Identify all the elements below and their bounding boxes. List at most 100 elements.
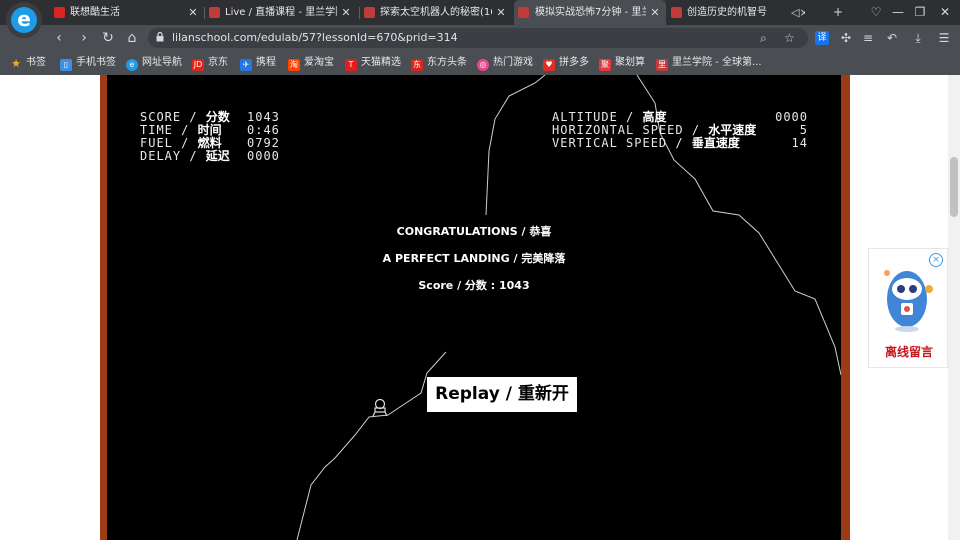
forward-icon[interactable]: ›	[73, 25, 95, 51]
jd-icon: JD	[192, 59, 204, 71]
tab-1[interactable]: Live / 直播课程 - 里兰学院 ✕	[207, 0, 357, 25]
delay-label-zh: 延迟	[205, 149, 230, 163]
tab-favicon-icon	[54, 7, 65, 18]
tab-title: 创造历史的机智号	[687, 7, 767, 18]
back-icon[interactable]: ‹	[48, 25, 70, 51]
fuel-label-zh: 燃料	[197, 136, 222, 150]
tab-separator	[204, 7, 205, 19]
undo-icon[interactable]: ↶	[882, 25, 902, 51]
tab-favicon-icon	[209, 7, 220, 18]
toutiao-icon: 东	[411, 59, 423, 71]
bookmark-item[interactable]: ✈ 携程	[240, 51, 276, 75]
reload-icon[interactable]: ↻	[97, 25, 119, 51]
bookmark-item[interactable]: ♥ 拼多多	[543, 51, 589, 75]
score-label-zh: 分数	[205, 110, 230, 124]
horizontal-speed-label-zh: 水平速度	[708, 123, 757, 137]
game-icon: ◎	[477, 59, 489, 71]
url-field[interactable]: lilanschool.com/edulab/57?lessonId=670&p…	[148, 28, 808, 48]
page-scrollbar[interactable]	[948, 75, 960, 540]
close-tab-icon[interactable]: ✕	[187, 0, 199, 25]
bookmark-item[interactable]: 聚聚划算	[599, 51, 645, 75]
tab-title: Live / 直播课程 - 里兰学院	[225, 7, 337, 18]
close-tab-icon[interactable]: ✕	[340, 0, 352, 25]
bookmark-item[interactable]: 淘爱淘宝	[288, 51, 334, 75]
shirt-icon[interactable]: ♡	[866, 0, 886, 25]
tab-4[interactable]: 创造历史的机智号 ◁×	[669, 0, 805, 25]
mountain-outline	[485, 75, 546, 216]
bookmark-item[interactable]: ★ 书签	[10, 51, 46, 75]
vertical-speed-label: VERTICAL SPEED / 垂直速度	[552, 137, 740, 150]
mute-tab-icon[interactable]: ◁×	[791, 0, 805, 25]
star-icon[interactable]: ☆	[784, 28, 795, 48]
vertical-speed-value: 14	[791, 136, 808, 150]
tab-favicon-icon	[671, 7, 682, 18]
url-text: lilanschool.com/edulab/57?lessonId=670&p…	[172, 31, 458, 44]
extensions-icon[interactable]: ✣	[836, 25, 856, 51]
congratulations-message: CONGRATULATIONS / 恭喜	[396, 225, 552, 238]
tab-3-active[interactable]: 模拟实战恐怖7分钟 - 里兰 ✕	[514, 0, 666, 25]
close-window-icon[interactable]: ✕	[935, 0, 955, 25]
tab-2[interactable]: 探索太空机器人的秘密(16 ✕	[362, 0, 512, 25]
bookmark-label: 聚划算	[615, 57, 645, 68]
taobao-icon: 淘	[288, 59, 300, 71]
delay-value: 0000	[247, 149, 280, 163]
vertical-speed-label-en: VERTICAL SPEED /	[552, 136, 692, 150]
lilan-icon: 里	[656, 59, 668, 71]
bookmark-item[interactable]: JD 京东	[192, 51, 228, 75]
ground-slope	[296, 351, 447, 540]
offline-message-label: 离线留言	[884, 345, 933, 359]
lander-game-canvas[interactable]: SCORE / 分数 1043 TIME / 时间 0:46 FUEL / 燃料…	[107, 75, 841, 540]
altitude-label-en: ALTITUDE /	[552, 110, 643, 124]
bookmark-label: 携程	[256, 57, 276, 68]
download-icon[interactable]: ⤓	[908, 25, 928, 51]
offline-message-widget[interactable]: × 离线留言	[868, 248, 948, 368]
perfect-landing-message: A PERFECT LANDING / 完美降落	[382, 252, 566, 265]
tab-0[interactable]: 联想酷生活 ✕	[52, 0, 204, 25]
bookmark-item[interactable]: e 网址导航	[126, 51, 182, 75]
scrollbar-thumb[interactable]	[950, 157, 958, 217]
lander-icon	[372, 398, 388, 417]
time-label-en: TIME /	[140, 123, 198, 137]
ctrip-icon: ✈	[240, 59, 252, 71]
bookmark-label: 京东	[208, 57, 228, 68]
new-tab-button[interactable]: +	[828, 0, 848, 25]
lock-icon	[156, 32, 164, 42]
altitude-label-zh: 高度	[642, 110, 667, 124]
close-tab-icon[interactable]: ✕	[495, 0, 507, 25]
game-frame: SCORE / 分数 1043 TIME / 时间 0:46 FUEL / 燃料…	[100, 75, 850, 540]
fuel-label-en: FUEL /	[140, 136, 198, 150]
horizontal-speed-label-en: HORIZONTAL SPEED /	[552, 123, 709, 137]
reading-list-icon[interactable]: ≡	[858, 25, 878, 51]
tab-separator	[359, 7, 360, 19]
ie-icon: e	[126, 59, 138, 71]
juhuasuan-icon: 聚	[599, 59, 611, 71]
close-tab-icon[interactable]: ✕	[649, 0, 661, 25]
replay-button[interactable]: Replay / 重新开始	[427, 377, 577, 439]
bookmark-item[interactable]: ▯ 手机书签	[60, 51, 116, 75]
menu-icon[interactable]: ☰	[934, 25, 954, 51]
tab-title: 模拟实战恐怖7分钟 - 里兰	[535, 7, 646, 18]
bookmark-item[interactable]: T 天猫精选	[345, 51, 401, 75]
address-toolbar: ‹ › ↻ ⌂ lilanschool.com/edulab/57?lesson…	[0, 25, 960, 51]
close-widget-icon[interactable]: ×	[929, 253, 943, 267]
bookmarks-bar: ★ 书签 ▯ 手机书签 e 网址导航 JD 京东 ✈ 携程 淘爱淘宝 T 天猫精选 东东方头…	[0, 51, 960, 76]
delay-label: DELAY / 延迟	[140, 150, 230, 163]
tmall-icon: T	[345, 59, 357, 71]
time-label-zh: 时间	[197, 123, 222, 137]
bookmark-item[interactable]: 里里兰学院 - 全球第...	[656, 51, 762, 75]
bookmark-item[interactable]: 东东方头条	[411, 51, 467, 75]
bookmark-label: 书签	[26, 57, 46, 68]
restore-icon[interactable]: ❐	[910, 0, 930, 25]
bookmark-label: 里兰学院 - 全球第...	[672, 57, 762, 68]
minimize-icon[interactable]: —	[888, 0, 908, 25]
final-score-message: Score / 分数 : 1043	[418, 279, 530, 292]
score-label-en: SCORE /	[140, 110, 206, 124]
delay-label-en: DELAY /	[140, 149, 206, 163]
search-icon[interactable]: ⌕	[760, 28, 767, 48]
bookmark-label: 拼多多	[559, 57, 589, 68]
bookmark-item[interactable]: ◎ 热门游戏	[477, 51, 533, 75]
bookmark-label: 天猫精选	[361, 57, 401, 68]
bookmark-label: 东方头条	[427, 57, 467, 68]
translate-icon[interactable]: 译	[815, 31, 829, 45]
home-icon[interactable]: ⌂	[121, 25, 143, 51]
